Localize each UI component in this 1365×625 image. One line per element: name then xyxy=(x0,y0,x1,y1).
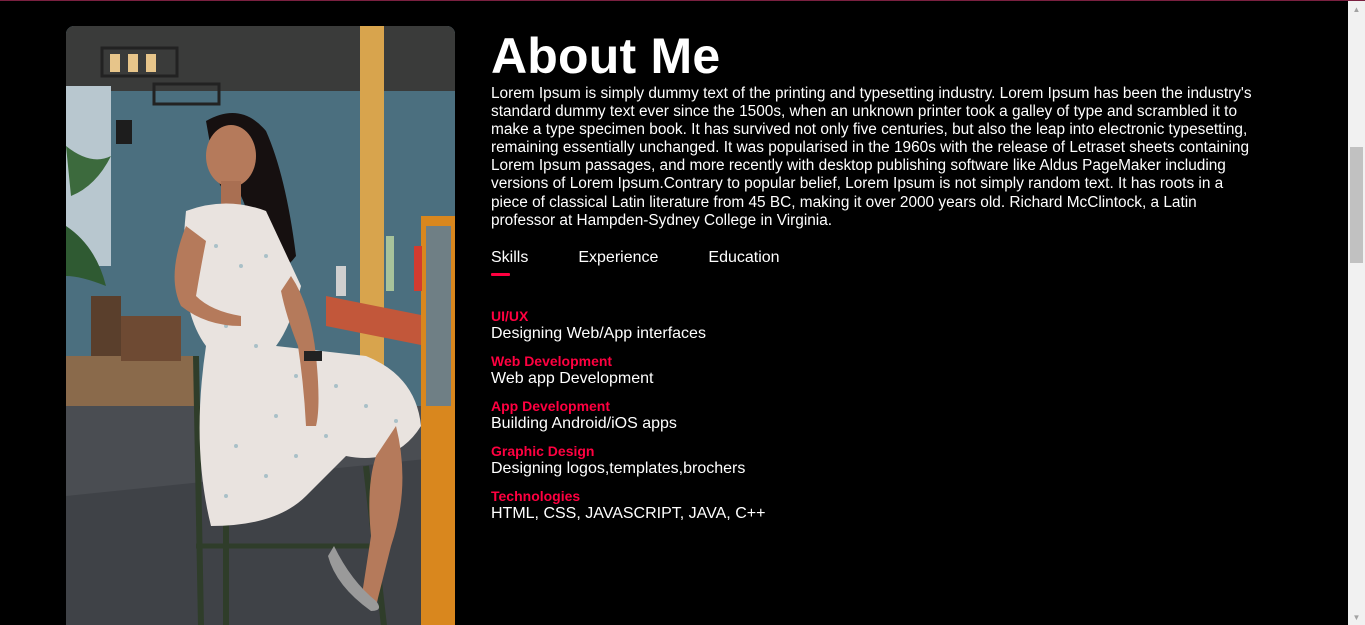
skill-name: Graphic Design xyxy=(491,442,595,459)
about-section: About Me Lorem Ipsum is simply dummy tex… xyxy=(491,29,1261,533)
skill-description: Building Android/iOS apps xyxy=(491,414,677,432)
page: About Me Lorem Ipsum is simply dummy tex… xyxy=(0,0,1365,625)
list-item: Graphic Design Designing logos,templates… xyxy=(491,443,1261,478)
skill-name: App Development xyxy=(491,397,611,414)
triangle-down-icon[interactable]: ▼ xyxy=(1348,609,1365,625)
skill-name: Technologies xyxy=(491,487,581,504)
skills-list: UI/UX Designing Web/App interfaces Web D… xyxy=(491,308,1261,523)
skill-name: UI/UX xyxy=(491,307,529,324)
profile-photo xyxy=(66,26,455,625)
tab-skills[interactable]: Skills xyxy=(491,249,528,276)
skill-description: Designing Web/App interfaces xyxy=(491,324,706,342)
tab-education[interactable]: Education xyxy=(708,249,779,275)
skill-description: Web app Development xyxy=(491,369,654,387)
tab-experience[interactable]: Experience xyxy=(578,249,658,275)
skill-description: Designing logos,templates,brochers xyxy=(491,459,746,477)
bio-paragraph: Lorem Ipsum is simply dummy text of the … xyxy=(491,85,1252,229)
list-item: Technologies HTML, CSS, JAVASCRIPT, JAVA… xyxy=(491,488,1261,523)
page-title: About Me xyxy=(491,28,721,84)
tab-bar: Skills Experience Education xyxy=(491,249,1261,276)
triangle-up-icon[interactable]: ▲ xyxy=(1348,1,1365,18)
skill-name: Web Development xyxy=(491,352,613,369)
list-item: App Development Building Android/iOS app… xyxy=(491,398,1261,433)
skill-description: HTML, CSS, JAVASCRIPT, JAVA, C++ xyxy=(491,504,766,522)
scrollbar-thumb[interactable] xyxy=(1350,147,1363,263)
list-item: Web Development Web app Development xyxy=(491,353,1261,388)
vertical-scrollbar[interactable]: ▲ ▼ xyxy=(1348,1,1365,625)
list-item: UI/UX Designing Web/App interfaces xyxy=(491,308,1261,343)
